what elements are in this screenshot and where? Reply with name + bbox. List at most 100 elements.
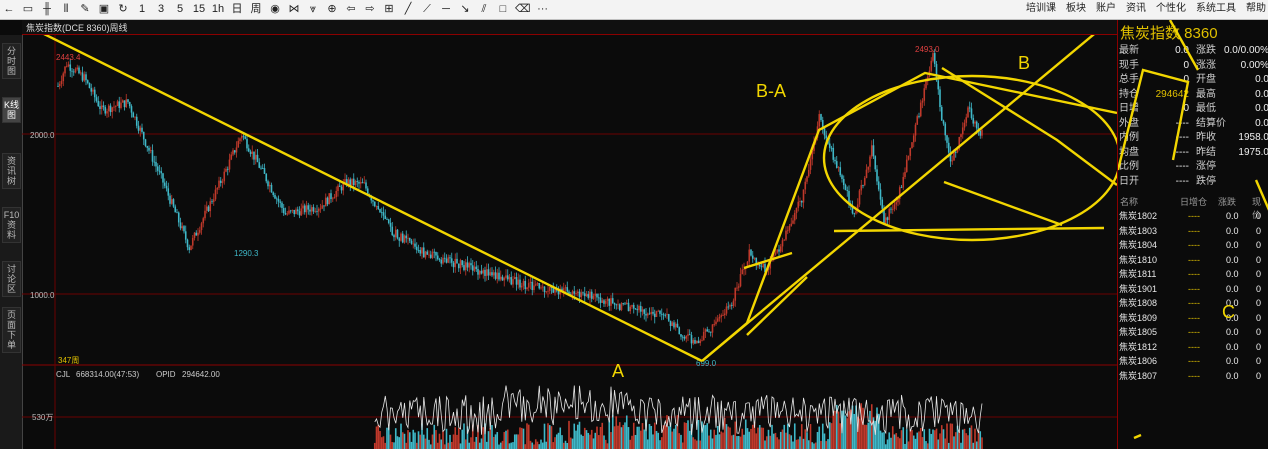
contract-row[interactable]: 焦炭1802 ---- 0.0 0 xyxy=(1118,209,1268,224)
quote-label: 涨停 xyxy=(1196,161,1216,172)
period-1min-button[interactable]: 1 xyxy=(135,1,149,17)
candle-body xyxy=(71,70,73,72)
contract-row[interactable]: 焦炭1807 ---- 0.0 0 xyxy=(1118,369,1268,384)
contract-row[interactable]: 焦炭1812 ---- 0.0 0 xyxy=(1118,340,1268,355)
arrow-right-icon[interactable]: ⇨ xyxy=(363,1,377,17)
tab-news-tree[interactable]: 资讯树 xyxy=(2,153,21,189)
contract-row[interactable]: 焦炭1806 ---- 0.0 0 xyxy=(1118,354,1268,369)
arrow-tool-icon[interactable]: ↘ xyxy=(458,1,472,17)
candle-body xyxy=(788,225,791,231)
candle-body xyxy=(578,291,581,298)
candle-body xyxy=(90,88,93,92)
menu-news[interactable]: 资讯 xyxy=(1126,1,1146,17)
zoom-in-icon[interactable]: ⊕ xyxy=(325,1,339,17)
candle-body xyxy=(510,277,513,285)
drawn-b-lower-line[interactable] xyxy=(943,180,1063,227)
contract-row[interactable]: 焦炭1803 ---- 0.0 0 xyxy=(1118,224,1268,239)
candle-body xyxy=(907,155,910,160)
candle-body xyxy=(261,167,264,169)
period-15min-button[interactable]: 15 xyxy=(192,1,206,17)
draw-pen-icon[interactable]: ✎ xyxy=(78,1,92,17)
tab-kline[interactable]: K线图 xyxy=(2,97,21,123)
candle-body xyxy=(911,142,913,148)
drawn-b-line[interactable] xyxy=(941,66,1117,186)
period-week-button[interactable]: 周 xyxy=(249,1,263,17)
candle-body xyxy=(375,206,378,207)
menu-sector[interactable]: 板块 xyxy=(1066,1,1086,17)
contract-row[interactable]: 焦炭1808 ---- 0.0 0 xyxy=(1118,296,1268,311)
kline-chart[interactable]: 2000.0 1000.0 2443.4 1290.3 699.0 2493.0… xyxy=(22,35,1117,449)
candle-body xyxy=(657,310,660,312)
parallel-tool-icon[interactable]: ⫽ xyxy=(477,1,491,17)
volume-bar xyxy=(436,442,439,449)
erase-tool-icon[interactable]: ⌫ xyxy=(515,1,531,17)
period-1h-button[interactable]: 1h xyxy=(211,1,225,17)
candle-body xyxy=(475,266,478,270)
contract-row[interactable]: 焦炭1901 ---- 0.0 0 xyxy=(1118,282,1268,297)
hline-tool-icon[interactable]: ─ xyxy=(439,1,453,17)
double-chevron-down-icon[interactable]: ⩔ xyxy=(306,1,320,17)
volume-bar xyxy=(512,442,514,449)
tab-f10[interactable]: F10资料 xyxy=(2,207,21,243)
drawn-downtrend-line[interactable] xyxy=(42,35,703,363)
refresh-icon[interactable]: ↻ xyxy=(116,1,130,17)
volume-bar xyxy=(631,435,633,449)
candle-body xyxy=(886,217,889,220)
drawn-ellipse[interactable] xyxy=(822,74,1117,242)
eye-icon[interactable]: ◉ xyxy=(268,1,282,17)
tab-discussion[interactable]: 讨论区 xyxy=(2,261,21,297)
grid-icon[interactable]: ⊞ xyxy=(382,1,396,17)
contract-row[interactable]: 焦炭1810 ---- 0.0 0 xyxy=(1118,253,1268,268)
period-5min-button[interactable]: 5 xyxy=(173,1,187,17)
contract-row[interactable]: 焦炭1805 ---- 0.0 0 xyxy=(1118,325,1268,340)
line-tool-icon[interactable]: ╱ xyxy=(401,1,415,17)
candle-body xyxy=(158,170,161,172)
more-icon[interactable]: ··· xyxy=(536,1,550,17)
back-arrow-icon[interactable]: ← xyxy=(2,1,16,17)
drawn-base-line[interactable] xyxy=(833,226,1105,233)
candle-body xyxy=(940,107,943,121)
candle-body xyxy=(95,97,98,101)
menu-account[interactable]: 账户 xyxy=(1096,1,1116,17)
volume-bar xyxy=(914,438,917,449)
tab-timeshare[interactable]: 分时图 xyxy=(2,43,21,79)
butterfly-icon[interactable]: ⋈ xyxy=(287,1,301,17)
candle-body xyxy=(571,291,574,295)
candle-body xyxy=(429,254,432,258)
volume-bar xyxy=(802,438,805,449)
price-label-1000: 1000.0 xyxy=(30,291,55,300)
chart-titlebar: 焦炭指数(DCE 8360)周线 xyxy=(22,20,1117,35)
contract-row[interactable]: 焦炭1811 ---- 0.0 0 xyxy=(1118,267,1268,282)
candle-body xyxy=(235,147,238,153)
candlestick-icon[interactable]: ╫ xyxy=(40,1,54,17)
user-drawings[interactable] xyxy=(42,35,1117,363)
menu-training[interactable]: 培训课 xyxy=(1026,1,1056,17)
volume-bar xyxy=(408,432,411,449)
volume-bar xyxy=(891,426,894,449)
arrow-left-icon[interactable]: ⇦ xyxy=(344,1,358,17)
candle-body xyxy=(291,209,294,211)
volume-bar xyxy=(566,442,569,449)
tab-order[interactable]: 页面下单 xyxy=(2,307,21,353)
period-3min-button[interactable]: 3 xyxy=(154,1,168,17)
contract-row[interactable]: 焦炭1809 ---- 0.0 0 xyxy=(1118,311,1268,326)
candle-body xyxy=(974,121,976,124)
save-icon[interactable]: ▣ xyxy=(97,1,111,17)
contract-row[interactable]: 焦炭1804 ---- 0.0 0 xyxy=(1118,238,1268,253)
menu-personalize[interactable]: 个性化 xyxy=(1156,1,1186,17)
contract-name: 焦炭1901 xyxy=(1119,283,1158,294)
period-day-button[interactable]: 日 xyxy=(230,1,244,17)
volume-bar xyxy=(611,414,614,449)
volume-bar xyxy=(739,436,742,449)
rect-tool-icon[interactable]: □ xyxy=(496,1,510,17)
chart-type-icon[interactable]: ⫴ xyxy=(59,1,73,17)
menu-help[interactable]: 帮助 xyxy=(1246,1,1266,17)
drawn-channel-lower[interactable] xyxy=(746,276,808,336)
ray-tool-icon[interactable]: ⟋ xyxy=(420,1,434,17)
candle-body xyxy=(240,135,243,139)
candle-body xyxy=(858,190,861,205)
volume-bar xyxy=(478,442,481,449)
split-view-icon[interactable]: ▭ xyxy=(21,1,35,17)
menu-system-tools[interactable]: 系统工具 xyxy=(1196,1,1236,17)
candle-body xyxy=(547,290,549,292)
